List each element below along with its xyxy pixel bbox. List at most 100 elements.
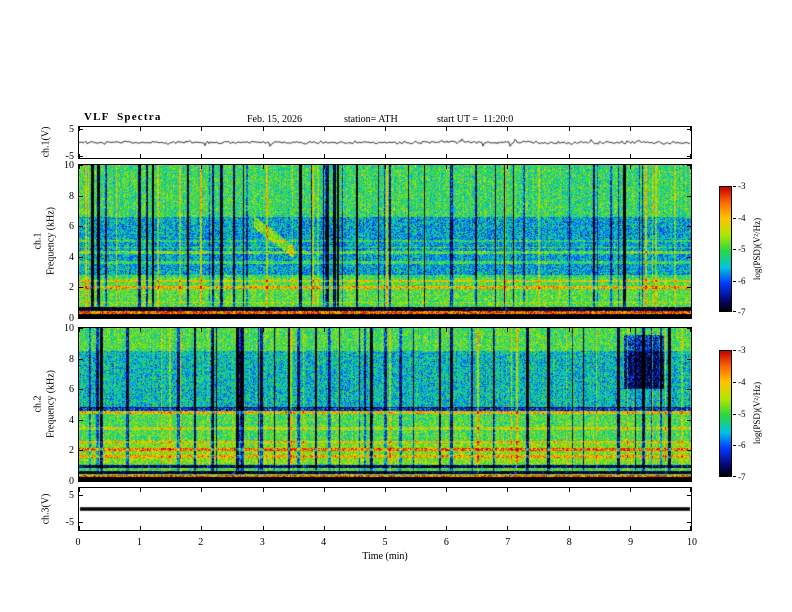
tick-mark <box>687 450 691 452</box>
y-tick-label: 6 <box>69 384 74 396</box>
colorbar-tick-label: -7 <box>738 307 746 317</box>
tick-mark <box>79 450 83 452</box>
tick-mark <box>262 154 264 158</box>
tick-mark <box>687 419 691 421</box>
tick-mark <box>507 328 509 332</box>
tick-mark <box>79 494 83 496</box>
tick-mark <box>687 317 691 318</box>
tick-mark <box>140 154 142 158</box>
tick-mark <box>79 287 83 289</box>
tick-mark <box>507 526 509 530</box>
tick-mark <box>629 488 631 492</box>
tick-mark <box>687 128 691 130</box>
colorbar-tick-mark <box>733 381 736 383</box>
x-tick-label: 2 <box>198 537 204 548</box>
tick-mark <box>323 526 325 530</box>
tick-mark <box>323 165 325 169</box>
x-tick-label: 9 <box>628 537 634 548</box>
vlf-spectra-figure: VLF Spectra Feb. 15, 2026 station= ATH s… <box>0 0 792 612</box>
tick-mark <box>140 526 142 530</box>
station-label: station= ATH <box>344 114 398 125</box>
figure-title: VLF Spectra <box>84 111 162 123</box>
tick-mark <box>79 521 83 523</box>
colorbar-tick-label: -6 <box>738 440 746 451</box>
tick-mark <box>446 526 448 530</box>
tick-mark <box>629 526 631 530</box>
tick-mark <box>79 328 83 329</box>
tick-mark <box>79 256 83 258</box>
y-tick-label: 2 <box>69 282 74 294</box>
colorbar-ch2-label: log(PSD)(V²/Hz) <box>752 381 762 445</box>
ch2-frequency-axis-label: Frequency (kHz) <box>45 369 57 439</box>
y-tick-label: 10 <box>64 323 74 334</box>
tick-mark <box>507 314 509 318</box>
tick-mark <box>446 154 448 158</box>
colorbar-tick-label: -7 <box>738 472 746 482</box>
y-tick-label: 5 <box>69 489 74 501</box>
tick-mark <box>687 358 691 360</box>
ch1-axis-label: ch.1 <box>32 232 44 250</box>
ch1-spectrogram-panel: 10 8 6 4 2 0 <box>64 160 692 324</box>
tick-mark <box>79 419 83 421</box>
y-tick-label: 6 <box>69 221 74 233</box>
tick-mark <box>687 195 691 197</box>
tick-mark <box>201 328 203 332</box>
tick-mark <box>690 526 691 530</box>
x-tick-label: 8 <box>566 537 572 548</box>
colorbar-tick-mark <box>733 280 736 282</box>
ch1-spectrogram-canvas <box>79 165 691 318</box>
y-tick-label: 10 <box>64 160 74 171</box>
tick-mark <box>687 226 691 228</box>
colorbar-tick-mark <box>733 311 736 312</box>
colorbar-tick-label: -3 <box>738 345 746 355</box>
tick-mark <box>446 165 448 169</box>
tick-mark <box>568 477 570 481</box>
tick-mark <box>140 127 142 131</box>
tick-mark <box>446 127 448 131</box>
tick-mark <box>629 154 631 158</box>
y-tick-label: 5 <box>69 123 74 135</box>
colorbar-tick-mark <box>733 413 736 415</box>
tick-mark <box>262 165 264 169</box>
tick-mark <box>687 156 691 158</box>
tick-mark <box>262 488 264 492</box>
tick-mark <box>262 526 264 530</box>
tick-mark <box>507 477 509 481</box>
tick-mark <box>79 488 80 492</box>
ch1-waveform-panel: 5 -5 <box>66 124 692 162</box>
tick-mark <box>201 165 203 169</box>
ch3-waveform-panel: 5 -5 <box>66 487 692 531</box>
tick-mark <box>629 165 631 169</box>
tick-mark <box>140 488 142 492</box>
tick-mark <box>385 477 386 481</box>
tick-mark <box>568 127 570 131</box>
tick-mark <box>79 226 83 228</box>
tick-mark <box>323 127 325 131</box>
x-axis-label: Time (min) <box>362 551 408 562</box>
tick-mark <box>507 127 509 131</box>
tick-mark <box>687 165 691 166</box>
y-tick-label: 2 <box>69 445 74 457</box>
tick-mark <box>687 480 691 481</box>
tick-mark <box>385 488 386 492</box>
tick-mark <box>687 389 691 391</box>
tick-mark <box>79 480 83 481</box>
tick-mark <box>79 195 83 197</box>
tick-mark <box>79 128 83 130</box>
tick-mark <box>262 328 264 332</box>
tick-mark <box>687 521 691 523</box>
ch2-spectrogram-canvas <box>79 328 691 481</box>
tick-mark <box>385 328 386 332</box>
colorbar-tick-label: -5 <box>738 408 746 419</box>
tick-mark <box>507 488 509 492</box>
tick-mark <box>323 328 325 332</box>
date-label: Feb. 15, 2026 <box>247 114 302 125</box>
tick-mark <box>262 477 264 481</box>
tick-mark <box>79 156 83 158</box>
colorbar-ch2-gradient <box>719 350 732 477</box>
x-tick-label: 0 <box>75 537 81 548</box>
x-tick-label: 6 <box>443 537 449 548</box>
y-tick-label: 8 <box>69 190 74 202</box>
tick-mark <box>446 314 448 318</box>
x-tick-label: 1 <box>136 537 142 548</box>
